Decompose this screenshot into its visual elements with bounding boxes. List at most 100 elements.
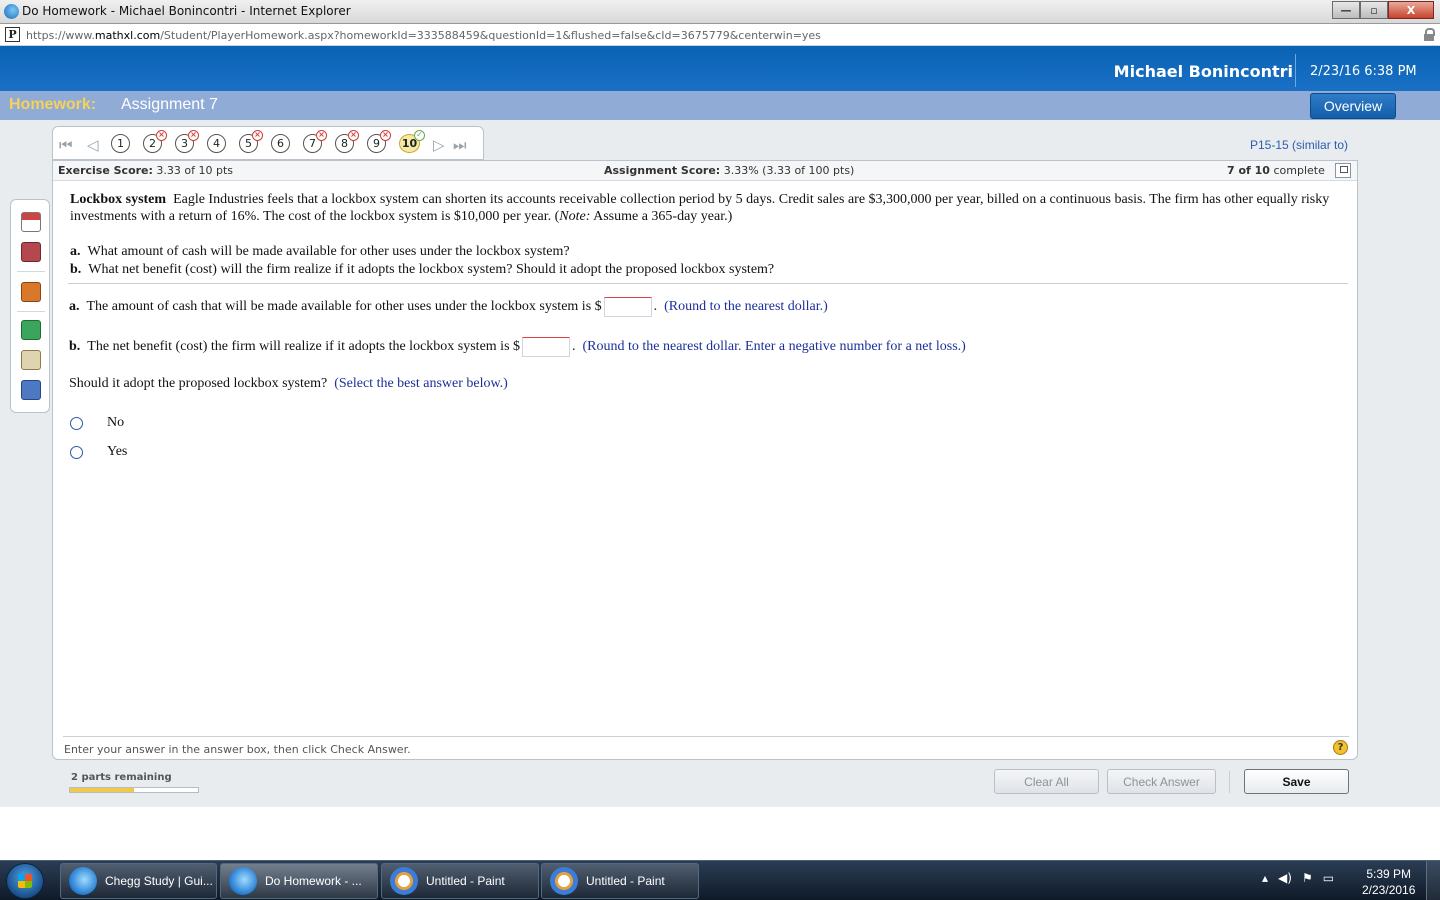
button-separator (1229, 771, 1230, 793)
incorrect-icon: × (252, 130, 263, 141)
url-text[interactable]: https://www.mathxl.com/Student/PlayerHom… (26, 29, 821, 42)
question-4-button[interactable]: 4 (207, 134, 226, 153)
incorrect-icon: × (380, 130, 391, 141)
homework-label: Homework: (9, 96, 97, 113)
popout-icon[interactable] (1335, 163, 1351, 178)
site-favicon-icon: P (5, 27, 20, 42)
window-title: Do Homework - Michael Bonincontri - Inte… (22, 4, 351, 18)
completion-status: 7 of 10 complete (1227, 164, 1325, 177)
action-center-flag-icon[interactable]: ⚑ (1302, 871, 1313, 885)
close-button[interactable]: X (1388, 1, 1434, 19)
radio-yes[interactable] (70, 445, 83, 459)
textbook-icon[interactable] (21, 242, 41, 262)
question-3-button[interactable]: 3 × (175, 130, 199, 153)
answer-a-line: a. The amount of cash that will be made … (69, 297, 828, 317)
assignment-title: Assignment 7 (121, 96, 218, 113)
save-button[interactable]: Save (1244, 769, 1349, 794)
volume-icon[interactable]: ◀) (1278, 871, 1292, 885)
print-icon[interactable] (21, 380, 41, 400)
internet-explorer-icon (69, 867, 97, 895)
paint-icon (390, 867, 418, 895)
homework-bar: Homework: Assignment 7 Overview (0, 91, 1440, 120)
lock-icon[interactable] (1424, 28, 1435, 41)
previous-question-icon[interactable]: ◁ (87, 136, 99, 154)
paint-icon (550, 867, 578, 895)
tray-expand-icon[interactable]: ▴ (1262, 871, 1268, 885)
question-text: Lockbox system Eagle Industries feels th… (70, 192, 1330, 224)
show-desktop-button[interactable] (1426, 861, 1440, 900)
answer-b-hint: (Round to the nearest dollar. Enter a ne… (582, 339, 966, 355)
network-icon[interactable]: ▭ (1323, 871, 1334, 885)
help-icon[interactable]: ? (1333, 740, 1348, 755)
minimize-button[interactable]: — (1332, 1, 1360, 19)
question-2-button[interactable]: 2 × (143, 130, 167, 153)
clear-all-button[interactable]: Clear All (994, 769, 1099, 794)
next-question-icon[interactable]: ▷ (433, 136, 445, 154)
taskbar: Chegg Study | Gui... Do Homework - ... U… (0, 860, 1440, 900)
question-parts: a. What amount of cash will be made avai… (70, 243, 774, 279)
first-question-icon[interactable]: ⏮ (59, 136, 73, 154)
overview-button[interactable]: Overview (1310, 93, 1396, 119)
assignment-score: Assignment Score: 3.33% (3.33 of 100 pts… (604, 164, 855, 177)
footer-divider (63, 736, 1349, 737)
incorrect-icon: × (188, 130, 199, 141)
answer-b-line: b. The net benefit (cost) the firm will … (69, 337, 966, 357)
answer-a-hint: (Round to the nearest dollar.) (664, 299, 828, 315)
ask-instructor-icon[interactable] (21, 350, 41, 370)
site-header: Michael Bonincontri 2/23/16 6:38 PM (0, 46, 1440, 91)
tool-separator (17, 311, 45, 312)
question-navigator: ⏮ ◁ 1 2 × 3 × 4 5 × 6 7 × 8 × 9 × 10 ✓ ▷ ⏭ (52, 126, 484, 160)
last-question-icon[interactable]: ⏭ (453, 136, 467, 154)
incorrect-icon: × (156, 130, 167, 141)
tool-separator (17, 271, 45, 272)
option-no[interactable]: No (70, 415, 124, 431)
exercise-score: Exercise Score: 3.33 of 10 pts (58, 164, 234, 177)
internet-explorer-icon (229, 867, 257, 895)
question-1-button[interactable]: 1 (111, 134, 130, 153)
start-button[interactable] (6, 863, 44, 899)
internet-explorer-icon (4, 4, 19, 19)
maximize-button[interactable]: ▫ (1360, 1, 1388, 19)
question-8-button[interactable]: 8 × (335, 130, 359, 153)
answer-b-input[interactable] (522, 337, 571, 357)
adopt-question: Should it adopt the proposed lockbox sys… (69, 376, 508, 391)
task-chegg[interactable]: Chegg Study | Gui... (60, 863, 217, 899)
task-paint-2[interactable]: Untitled - Paint (541, 863, 699, 899)
incorrect-icon: × (348, 130, 359, 141)
option-yes[interactable]: Yes (70, 444, 127, 460)
question-7-button[interactable]: 7 × (303, 130, 327, 153)
window-titlebar: Do Homework - Michael Bonincontri - Inte… (0, 0, 1440, 24)
address-bar[interactable]: P https://www.mathxl.com/Student/PlayerH… (0, 24, 1440, 46)
answer-a-input[interactable] (603, 297, 652, 317)
question-9-button[interactable]: 9 × (367, 130, 391, 153)
score-bar: Exercise Score: 3.33 of 10 pts Assignmen… (53, 161, 1357, 181)
partial-credit-icon: ✓ (414, 130, 425, 141)
radio-no[interactable] (70, 416, 83, 430)
header-separator (1295, 54, 1296, 87)
parts-remaining: 2 parts remaining (71, 772, 172, 783)
question-6-button[interactable]: 6 (271, 134, 290, 153)
clock[interactable]: 5:39 PM 2/23/2016 (1362, 866, 1415, 898)
header-datetime: 2/23/16 6:38 PM (1310, 64, 1417, 79)
question-5-button[interactable]: 5 × (239, 130, 263, 153)
incorrect-icon: × (316, 130, 327, 141)
question-divider (68, 283, 1348, 284)
question-part-a: a. What amount of cash will be made avai… (70, 244, 570, 259)
question-title: Lockbox system (70, 192, 167, 207)
user-name: Michael Bonincontri (1113, 62, 1293, 81)
tool-strip (10, 199, 50, 413)
question-10-button[interactable]: 10 ✓ (399, 130, 425, 153)
check-answer-button[interactable]: Check Answer (1107, 769, 1216, 794)
system-tray: ▴ ◀) ⚑ ▭ (1262, 871, 1334, 885)
parts-progress-bar (69, 787, 199, 793)
calculator-icon[interactable] (21, 320, 41, 340)
window-controls: — ▫ X (1332, 1, 1434, 19)
task-do-homework[interactable]: Do Homework - ... (220, 863, 378, 899)
question-part-b: b. What net benefit (cost) will the firm… (70, 262, 775, 277)
similar-question-link[interactable]: P15-15 (similar to) (1250, 138, 1348, 152)
instruction-text: Enter your answer in the answer box, the… (64, 743, 411, 756)
task-paint-1[interactable]: Untitled - Paint (381, 863, 539, 899)
question-panel: Exercise Score: 3.33 of 10 pts Assignmen… (52, 160, 1358, 760)
question-help-icon[interactable] (21, 212, 41, 232)
media-icon[interactable] (21, 282, 41, 302)
